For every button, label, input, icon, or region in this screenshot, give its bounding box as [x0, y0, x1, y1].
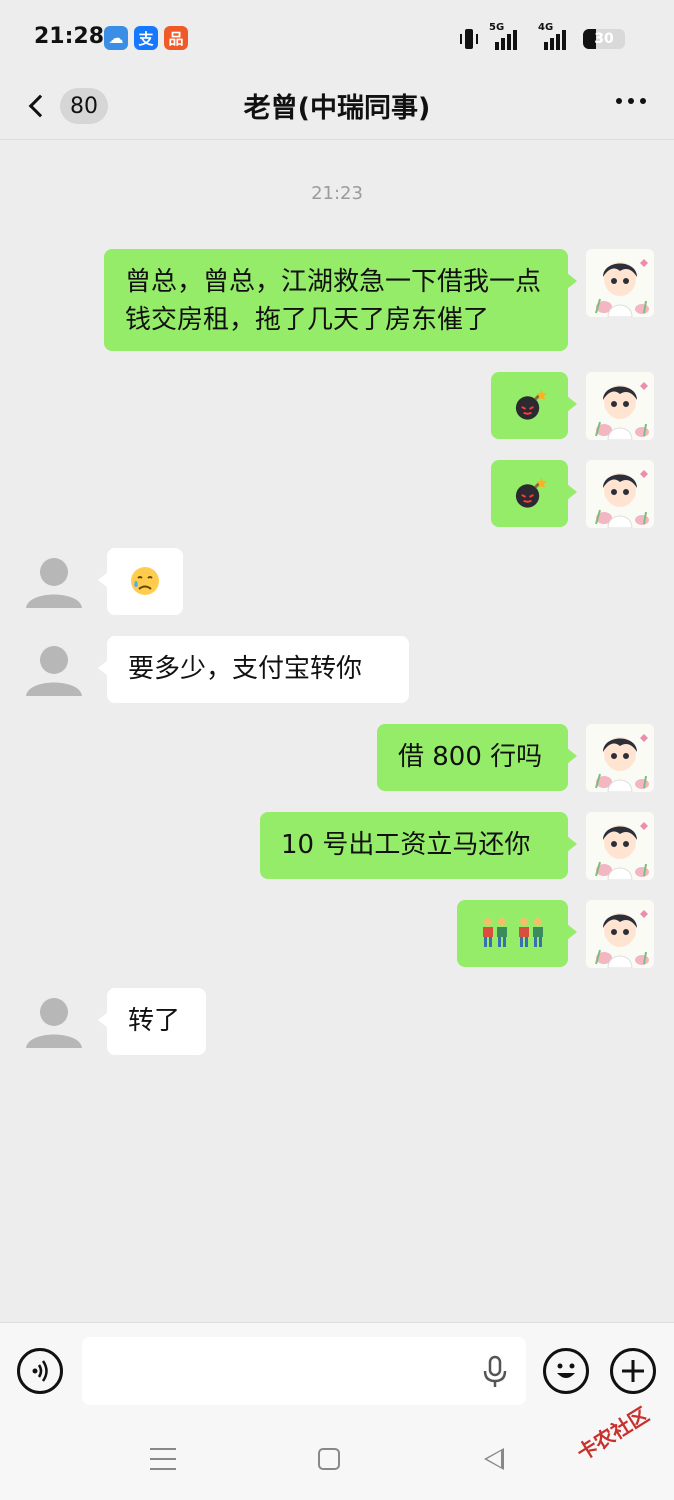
message-text: 要多少，支付宝转你	[128, 654, 363, 684]
contact-avatar[interactable]	[20, 988, 88, 1056]
contact-avatar[interactable]	[20, 548, 88, 616]
bomb-emoji-icon	[515, 389, 547, 420]
smiley-face-icon	[557, 1363, 575, 1378]
voice-toggle-button[interactable]	[17, 1348, 63, 1394]
self-avatar[interactable]	[586, 372, 654, 440]
voice-wave-icon	[32, 1360, 48, 1382]
vibrate-icon	[460, 29, 478, 49]
message-bubble-other[interactable]: 要多少，支付宝转你	[98, 636, 409, 703]
system-nav-bar	[0, 1422, 674, 1500]
anime-boy-avatar-icon	[586, 900, 654, 968]
message-bubble-self[interactable]	[491, 460, 577, 527]
self-avatar[interactable]	[586, 812, 654, 880]
signal-4g-icon: 4G	[538, 22, 574, 52]
plus-icon	[622, 1360, 644, 1382]
battery-icon: 30	[583, 29, 625, 49]
self-avatar[interactable]	[586, 249, 654, 317]
home-button[interactable]	[318, 1448, 340, 1470]
more-options-button[interactable]	[616, 98, 646, 104]
emoji-button[interactable]	[543, 1348, 589, 1394]
message-text: 曾总，曾总，江湖救急一下借我一点钱交房租，拖了几天了房东催了	[125, 267, 542, 335]
message-text: 转了	[128, 1006, 181, 1036]
chat-header: 80 老曾(中瑞同事)	[0, 72, 674, 140]
message-timestamp: 21:23	[311, 183, 363, 204]
status-bar: 21:28 ☁ 支 品 5G 4G 30	[0, 0, 674, 72]
two-men-emoji-icon	[482, 918, 507, 947]
status-time: 21:28	[34, 24, 105, 49]
anime-boy-avatar-icon	[586, 249, 654, 317]
dot-icon	[616, 98, 622, 104]
default-person-avatar-icon	[26, 646, 82, 696]
back-button[interactable]: 80	[20, 82, 110, 130]
self-avatar[interactable]	[586, 460, 654, 528]
anime-boy-avatar-icon	[586, 460, 654, 528]
input-bar	[0, 1322, 674, 1422]
two-men-emoji-icon	[518, 918, 543, 947]
battery-level: 30	[594, 31, 614, 47]
message-text: 借 800 行吗	[398, 742, 543, 772]
anime-boy-avatar-icon	[586, 724, 654, 792]
bomb-emoji-icon	[515, 477, 547, 508]
chevron-left-icon	[28, 94, 52, 118]
dot-icon	[628, 98, 634, 104]
dot-icon	[640, 98, 646, 104]
message-bubble-self[interactable]	[457, 900, 577, 967]
message-bubble-other[interactable]: 转了	[98, 988, 206, 1055]
microphone-icon[interactable]	[482, 1355, 508, 1389]
chat-title: 老曾(中瑞同事)	[243, 93, 431, 124]
message-text: 10 号出工资立马还你	[281, 830, 531, 860]
more-actions-button[interactable]	[610, 1348, 656, 1394]
self-avatar[interactable]	[586, 724, 654, 792]
anime-boy-avatar-icon	[586, 372, 654, 440]
self-avatar[interactable]	[586, 900, 654, 968]
sad-sweat-emoji-icon	[131, 567, 159, 595]
weather-app-icon: ☁	[104, 26, 128, 50]
message-bubble-other[interactable]	[98, 548, 183, 615]
system-back-button[interactable]	[484, 1448, 504, 1470]
shopping-app-icon: 品	[164, 26, 188, 50]
message-input[interactable]	[82, 1337, 526, 1405]
signal-5g-icon: 5G	[489, 22, 525, 52]
anime-boy-avatar-icon	[586, 812, 654, 880]
unread-count-badge: 80	[60, 88, 108, 124]
contact-avatar[interactable]	[20, 636, 88, 704]
message-bubble-self[interactable]: 曾总，曾总，江湖救急一下借我一点钱交房租，拖了几天了房东催了	[104, 249, 577, 351]
default-person-avatar-icon	[26, 998, 82, 1048]
recent-apps-button[interactable]	[150, 1448, 176, 1470]
default-person-avatar-icon	[26, 558, 82, 608]
message-bubble-self[interactable]: 借 800 行吗	[377, 724, 577, 791]
alipay-app-icon: 支	[134, 26, 158, 50]
message-bubble-self[interactable]: 10 号出工资立马还你	[260, 812, 577, 879]
message-bubble-self[interactable]	[491, 372, 577, 439]
